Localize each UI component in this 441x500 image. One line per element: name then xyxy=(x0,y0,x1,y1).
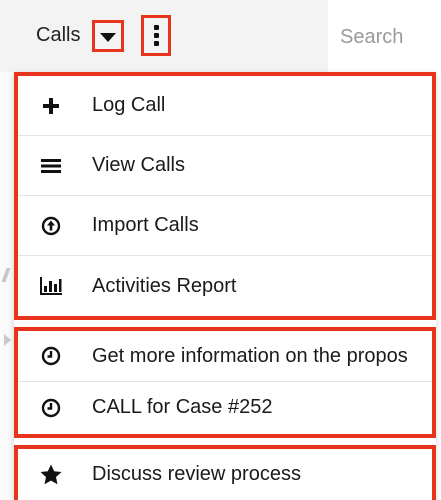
plus-icon xyxy=(40,95,62,117)
bar-chart-icon xyxy=(40,275,62,297)
module-dropdown-toggle-button[interactable] xyxy=(92,20,124,52)
menu-group-actions: Log Call View Calls Import Calls Activit… xyxy=(14,72,436,320)
module-dropdown-menu: Log Call View Calls Import Calls Activit… xyxy=(14,72,436,500)
background-page-left xyxy=(0,72,14,500)
global-search xyxy=(328,0,441,72)
menu-item-label: Get more information on the propos xyxy=(92,344,408,367)
kebab-dot xyxy=(153,33,159,38)
module-tab-calls[interactable]: Calls xyxy=(0,0,328,72)
star-icon xyxy=(40,464,62,486)
menu-item-import-calls[interactable]: Import Calls xyxy=(18,196,432,256)
menu-item-label: CALL for Case #252 xyxy=(92,396,273,418)
caret-down-icon xyxy=(100,32,116,42)
list-icon xyxy=(40,155,62,177)
more-actions-button[interactable] xyxy=(141,15,171,56)
menu-item-recent-record[interactable]: CALL for Case #252 xyxy=(18,382,432,433)
menu-item-activities-report[interactable]: Activities Report xyxy=(18,256,432,316)
menu-group-recently-viewed: Get more information on the propos CALL … xyxy=(14,327,436,438)
upload-circle-icon xyxy=(40,215,62,237)
menu-item-label: Log Call xyxy=(92,94,166,116)
menu-group-favorites: Discuss review process xyxy=(14,445,436,500)
menu-item-label: Activities Report xyxy=(92,274,237,297)
menu-item-recent-record[interactable]: Get more information on the propos xyxy=(18,331,432,382)
menu-item-favorite-record[interactable]: Discuss review process xyxy=(18,449,432,500)
clock-icon xyxy=(40,345,62,367)
background-page-right xyxy=(436,72,441,500)
background-arrow-icon xyxy=(4,334,11,346)
module-label[interactable]: Calls xyxy=(36,24,80,47)
clock-icon xyxy=(40,397,62,419)
kebab-dot xyxy=(153,41,159,46)
top-navigation-bar: Calls xyxy=(0,0,441,72)
search-input[interactable] xyxy=(340,22,440,52)
menu-item-label: Discuss review process xyxy=(92,463,301,485)
background-mark xyxy=(1,268,11,282)
menu-item-label: Import Calls xyxy=(92,214,199,236)
menu-item-log-call[interactable]: Log Call xyxy=(18,76,432,136)
menu-item-label: View Calls xyxy=(92,154,185,176)
kebab-dot xyxy=(153,25,159,30)
menu-item-view-calls[interactable]: View Calls xyxy=(18,136,432,196)
